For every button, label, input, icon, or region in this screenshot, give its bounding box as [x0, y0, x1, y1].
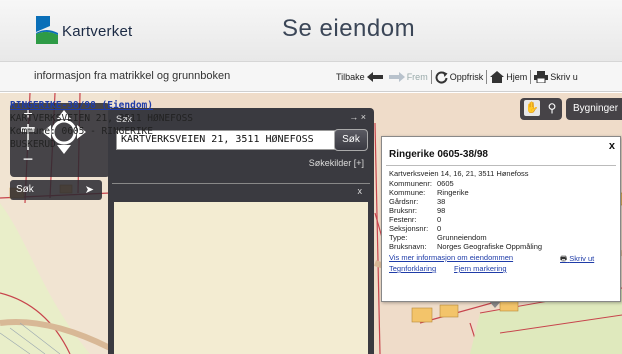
property-info-popup: Ringerike 0605-38/98 x Kartverksveien 14… — [381, 136, 621, 302]
legend-link[interactable]: Tegnforklaring — [389, 264, 436, 273]
forward-arrow-icon — [388, 72, 405, 82]
popup-row-value: 38 — [437, 197, 446, 206]
popup-row-key: Type: — [389, 233, 408, 242]
back-label: Tilbake — [336, 72, 365, 82]
print-icon: 🖶 — [560, 254, 568, 263]
popup-row: Kommune: Ringerike — [389, 188, 469, 197]
popup-row: Bruksnavn: Norges Geografiske Oppmåling — [389, 242, 542, 251]
popup-row-key: Festenr: — [389, 215, 417, 224]
print-icon — [534, 71, 549, 83]
arrow-right-icon: ➤ — [84, 184, 94, 196]
search-result-address: KARTVERKSVEIEN 21, 3511 HØNEFOSS — [10, 113, 194, 124]
forward-label: Frem — [406, 72, 428, 82]
search-button[interactable]: Søk — [334, 129, 368, 151]
popup-title: Ringerike 0605-38/98 — [389, 149, 488, 160]
popup-row-key: Seksjonsnr: — [389, 224, 429, 233]
popup-address: Kartverksveien 14, 16, 21, 3511 Hønefoss — [389, 169, 529, 178]
popup-row-key: Bruksnavn: — [389, 242, 427, 251]
popup-row-value: Norges Geografiske Oppmåling — [437, 242, 543, 251]
logo-icon — [36, 16, 58, 44]
forward-button[interactable]: Frem — [386, 72, 431, 82]
popup-row-value: 0 — [437, 224, 442, 233]
hand-icon[interactable]: ✋ — [524, 100, 540, 116]
remove-marking-link[interactable]: Fjern markering — [454, 264, 507, 273]
map-search-label: Søk — [16, 184, 34, 195]
popup-row: Bruksnr: 98 — [389, 206, 445, 215]
search-panel-window-controls[interactable]: → × — [349, 112, 366, 122]
popup-print-link[interactable]: 🖶 Skriv ut — [560, 253, 594, 266]
popup-row-value: 98 — [437, 206, 446, 215]
zoom-minus-icon[interactable]: − — [20, 150, 36, 168]
popup-close-button[interactable]: x — [609, 140, 615, 152]
layers-button[interactable]: Bygninger — [566, 98, 622, 120]
search-sources-toggle[interactable]: Søkekilder [+] — [309, 158, 364, 168]
results-divider — [112, 183, 370, 193]
subheader: informasjon fra matrikkel og grunnboken … — [0, 62, 622, 92]
popup-row-value: Grunneiendom — [437, 233, 487, 242]
popup-row: Seksjonsnr: 0 — [389, 224, 441, 233]
popup-row-key: Kommune: — [389, 188, 426, 197]
popup-print-label: Skriv ut — [569, 254, 595, 263]
popup-row-key: Gårdsnr: — [389, 197, 419, 206]
back-button[interactable]: Tilbake — [333, 72, 386, 82]
refresh-icon — [435, 71, 448, 84]
search-result-item[interactable] — [114, 202, 368, 354]
map-search-toggle[interactable]: Søk ➤ — [10, 180, 102, 200]
popup-row-value: 0605 — [437, 179, 454, 188]
popup-row: Kommunenr: 0605 — [389, 179, 454, 188]
page-title: Se eiendom — [282, 15, 416, 42]
home-label: Hjem — [506, 72, 528, 82]
popup-row-value: 0 — [437, 215, 442, 224]
popup-row: Type: Grunneiendom — [389, 233, 487, 242]
home-button[interactable]: Hjem — [487, 71, 530, 83]
print-button[interactable]: Skriv u — [531, 71, 581, 83]
popup-row-key: Bruksnr: — [389, 206, 417, 215]
popup-row: Festenr: 0 — [389, 215, 441, 224]
print-label: Skriv u — [550, 72, 578, 82]
search-panel: Søk → × KARTVERKSVEIEN 21, 3511 HØNEFOSS… — [108, 108, 374, 354]
search-result-link[interactable]: RINGERIKE-38/98 (Eiendom) — [10, 100, 153, 111]
popup-row: Gårdsnr: 38 — [389, 197, 445, 206]
refresh-label: Oppfrisk — [449, 72, 484, 82]
search-result-municipality: Kommune: 0605 - RINGERIKE — [10, 126, 153, 137]
subtitle: informasjon fra matrikkel og grunnboken — [34, 70, 231, 82]
home-icon — [490, 71, 505, 83]
refresh-button[interactable]: Oppfrisk — [432, 71, 487, 84]
popup-divider — [386, 165, 616, 166]
app-header: Kartverket Se eiendom — [0, 0, 622, 62]
more-info-link[interactable]: Vis mer informasjon om eiendommen — [389, 253, 513, 262]
magnifier-icon[interactable]: ⚲ — [544, 100, 560, 116]
back-arrow-icon — [366, 72, 383, 82]
results-close-button[interactable]: x — [358, 186, 363, 196]
toolbar: Tilbake Frem Oppfrisk Hjem Skriv u — [333, 68, 581, 86]
popup-row-value: Ringerike — [437, 188, 469, 197]
popup-row-key: Kommunenr: — [389, 179, 432, 188]
logo-text: Kartverket — [62, 23, 133, 40]
search-result-county: BUSKERUD — [10, 139, 56, 150]
